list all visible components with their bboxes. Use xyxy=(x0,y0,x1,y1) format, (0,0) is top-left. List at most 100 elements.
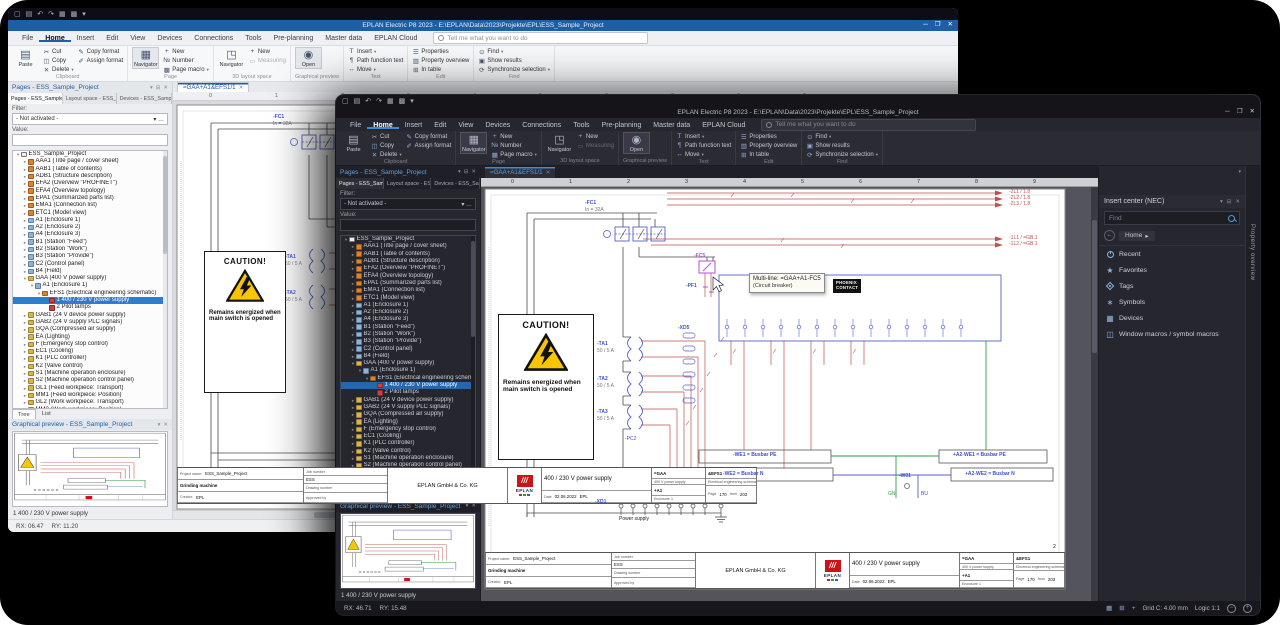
ribbon-button-copy[interactable]: ◫Copy xyxy=(371,141,402,150)
tree-item-2-pilot-lamps[interactable]: 2 Pilot lamps xyxy=(341,389,475,396)
ribbon-button-in-table[interactable]: ⊞In table xyxy=(412,65,469,74)
ribbon-button-move[interactable]: ↔Move▾ xyxy=(348,65,403,74)
graphical-preview-header[interactable]: Graphical preview - ESS_Sample_Project ▾… xyxy=(8,419,172,430)
close-icon[interactable]: ✕ xyxy=(163,85,168,91)
tab-tree[interactable]: Tree xyxy=(12,409,36,419)
tree-item-efs1-electrical-engin[interactable]: ▾EFS1 (Electrical engineering schematic) xyxy=(13,290,167,297)
ribbon-tab-view[interactable]: View xyxy=(124,34,151,42)
scrollbar[interactable] xyxy=(471,236,475,489)
close-tab-icon[interactable]: ✕ xyxy=(546,170,551,176)
maximize-icon[interactable]: ❐ xyxy=(935,21,941,29)
ribbon-tab-tools[interactable]: Tools xyxy=(239,34,267,42)
scrollbar[interactable] xyxy=(163,151,167,408)
tab-devices[interactable]: Devices - ESS_Sample_... xyxy=(431,178,480,189)
tree-item-b3-station-provide[interactable]: ▸B3 (Station "Provide") xyxy=(13,253,167,260)
insert-center-item-recent[interactable]: Recent xyxy=(1099,246,1245,262)
minimize-icon[interactable]: ─ xyxy=(923,21,928,29)
tree-item-a2-enclosure-2[interactable]: ▸A2 (Enclosure 2) xyxy=(341,309,475,316)
open-icon[interactable]: ▤ xyxy=(26,11,33,18)
filter-select[interactable]: - Not activated -▾ … xyxy=(340,198,476,210)
tree-item-efa2-overview-profin[interactable]: ▸EFA2 (Overview "PROFINET") xyxy=(13,180,167,187)
tree-item-s2-machine-operation[interactable]: ▸S2 (Machine operation control panel) xyxy=(13,377,167,384)
tree-item-gl2-work-workpiece-t[interactable]: ▸GL2 (Work workpiece: Transport) xyxy=(13,399,167,406)
close-icon[interactable]: ✕ xyxy=(1235,199,1240,205)
ribbon-button-navigator[interactable]: ▦Navigator xyxy=(460,132,487,154)
ribbon-button-copy-format[interactable]: ✎Copy format xyxy=(78,47,124,56)
tree-item-aab1-table-of-content[interactable]: ▸AAB1 (Table of contents) xyxy=(13,166,167,173)
dropdown-icon[interactable]: ▾ xyxy=(158,422,161,428)
tree-item-adb1-structure-descri[interactable]: ▸ADB1 (Structure description) xyxy=(13,173,167,180)
ribbon-button-cut[interactable]: ✂Cut xyxy=(371,132,402,141)
value-input[interactable] xyxy=(12,134,168,146)
undo-icon[interactable]: ↶ xyxy=(365,98,371,105)
ribbon-tab-pre-planning[interactable]: Pre-planning xyxy=(268,34,320,42)
ribbon-button-open[interactable]: ◉Open xyxy=(295,47,322,69)
open-icon[interactable]: ▤ xyxy=(354,98,361,105)
tree-item-mm1-feed-workpiece-p[interactable]: ▸MM1 (Feed workpiece: Position) xyxy=(13,392,167,399)
title-bar[interactable]: EPLAN Electric P8 2023 - E:\EPLAN\Data\2… xyxy=(8,20,958,31)
ribbon-button-page-macro[interactable]: ▩Page macro▾ xyxy=(163,65,209,74)
back-icon[interactable]: ← xyxy=(1104,230,1115,241)
vertical-scrollbar[interactable] xyxy=(1091,187,1098,601)
customize-icon[interactable]: ▾ xyxy=(82,11,86,18)
tree-item-gab2-24-v-supply-plc[interactable]: ▸GAB2 (24 V supply PLC signals) xyxy=(13,319,167,326)
value-input[interactable] xyxy=(340,219,476,231)
tree-item-2-pilot-lamps[interactable]: 2 Pilot lamps xyxy=(13,304,167,311)
new-icon[interactable]: ▢ xyxy=(14,11,21,18)
ribbon-button-move[interactable]: ↔Move▾ xyxy=(676,150,731,159)
print-icon[interactable]: ▦ xyxy=(59,11,66,18)
tree-item-aaa1-title-page-cov[interactable]: ▸AAA1 (Title page / cover sheet) xyxy=(341,243,475,250)
insert-center-search-input[interactable]: Find xyxy=(1104,211,1240,225)
tree-item-gaa-400-v-power-suppl[interactable]: ▾GAA (400 V power supply) xyxy=(341,360,475,367)
print-icon[interactable]: ▦ xyxy=(387,98,394,105)
ribbon-search[interactable]: Tell me what you want to do xyxy=(433,32,648,44)
tree-item-b4-field[interactable]: ▸B4 (Field) xyxy=(341,353,475,360)
tree-item-gqa-compressed-air-su[interactable]: ▸GQA (Compressed air supply) xyxy=(13,326,167,333)
tree-item-a1-enclosure-1[interactable]: ▾A1 (Enclosure 1) xyxy=(341,367,475,374)
undo-icon[interactable]: ↶ xyxy=(37,11,43,18)
customize-icon[interactable]: ▾ xyxy=(410,98,414,105)
tree-item-a4-enclosure-3[interactable]: ▸A4 (Enclosure 3) xyxy=(13,231,167,238)
ribbon-tab-devices[interactable]: Devices xyxy=(151,34,188,42)
tree-item-epa1-summarized-parts[interactable]: ▸EPA1 (Summarized parts list) xyxy=(13,195,167,202)
ribbon-button-paste[interactable]: ▤Paste xyxy=(12,47,39,69)
layers-icon[interactable]: ▩ xyxy=(399,98,406,105)
ribbon-tab-edit[interactable]: Edit xyxy=(100,34,124,42)
breadcrumb-home[interactable]: Home▸ xyxy=(1119,231,1155,241)
tree-item-ea-lighting[interactable]: ▸EA (Lighting) xyxy=(341,418,475,425)
ribbon-button-delete[interactable]: ✕Delete▾ xyxy=(371,150,402,159)
ribbon-tab-edit[interactable]: Edit xyxy=(428,121,452,129)
ribbon-button-number[interactable]: №Number xyxy=(491,141,537,150)
ribbon-button-paste[interactable]: ▤Paste xyxy=(340,132,367,154)
crosshair-icon[interactable]: + xyxy=(1132,605,1136,612)
tab-list[interactable]: List xyxy=(37,409,56,419)
ribbon-button-property-overview[interactable]: ▥Property overview xyxy=(412,56,469,65)
pages-panel-header[interactable]: Pages - ESS_Sample_Project ▾⊟✕ xyxy=(8,82,172,93)
ribbon-button-properties[interactable]: ☰Properties xyxy=(740,132,797,141)
ribbon-tab-file[interactable]: File xyxy=(344,121,367,129)
graphical-preview[interactable] xyxy=(12,431,168,507)
ribbon-button-new[interactable]: +New xyxy=(249,47,286,56)
tree-item-adb1-structure-descri[interactable]: ▸ADB1 (Structure description) xyxy=(341,258,475,265)
tree-item-f-emergency-stop-cont[interactable]: ▸F (Emergency stop control) xyxy=(341,426,475,433)
ribbon-tab-eplan-cloud[interactable]: EPLAN Cloud xyxy=(368,34,423,42)
tree-item-gab1-24-v-device-powe[interactable]: ▸GAB1 (24 V device power supply) xyxy=(13,312,167,319)
tree-item-a1-enclosure-1[interactable]: ▸A1 (Enclosure 1) xyxy=(13,217,167,224)
ribbon-button-assign-format[interactable]: ✐Assign format xyxy=(406,141,452,150)
tree-item-a1-enclosure-1[interactable]: ▾A1 (Enclosure 1) xyxy=(13,282,167,289)
ribbon-button-page-macro[interactable]: ▩Page macro▾ xyxy=(491,150,537,159)
tree-item-ess-sample-project[interactable]: ▾ESS_Sample_Project xyxy=(341,236,475,243)
ribbon-tab-connections[interactable]: Connections xyxy=(516,121,567,129)
ribbon-button-show-results[interactable]: ▣Show results xyxy=(806,141,878,150)
ribbon-button-copy[interactable]: ◫Copy xyxy=(43,56,74,65)
zoom-in-icon[interactable]: + xyxy=(1243,604,1252,613)
ribbon-button-new[interactable]: +New xyxy=(577,132,614,141)
tree-item-gab2-24-v-supply-plc[interactable]: ▸GAB2 (24 V supply PLC signals) xyxy=(341,404,475,411)
graphical-preview[interactable] xyxy=(340,513,476,589)
insert-center-item-tags[interactable]: Tags xyxy=(1099,278,1245,294)
dropdown-icon[interactable]: ▾ xyxy=(1238,169,1241,195)
tree-item-b1-station-feed[interactable]: ▸B1 (Station "Feed") xyxy=(13,239,167,246)
ribbon-tab-home[interactable]: Home xyxy=(367,121,398,129)
dropdown-icon[interactable]: ▾ xyxy=(150,85,153,91)
tree-item-etc1-model-view[interactable]: ▸ETC1 (Model view) xyxy=(13,209,167,216)
